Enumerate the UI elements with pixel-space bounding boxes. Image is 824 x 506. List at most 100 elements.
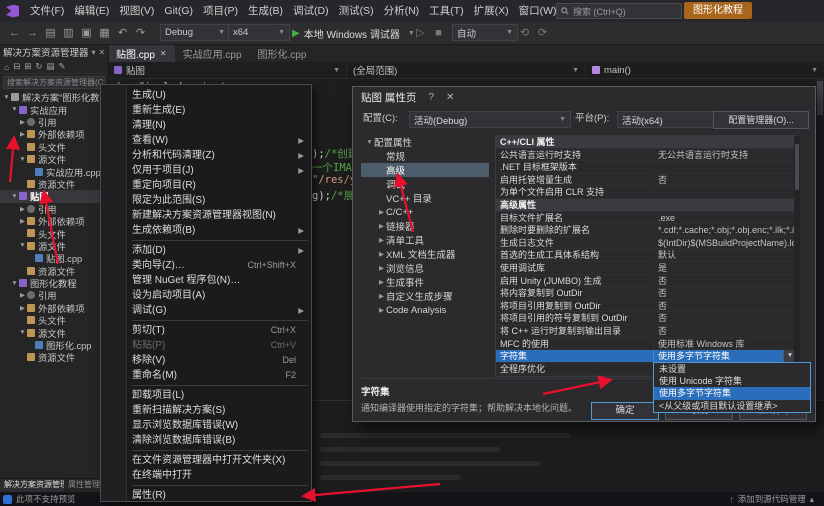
save-all-icon[interactable]: ▦ <box>96 22 113 44</box>
solution-explorer-search-input[interactable]: 搜索解决方案资源管理器(Ctrl+;) <box>3 76 105 89</box>
dialog-tree-item[interactable]: ▶ 生成事件 <box>361 275 489 289</box>
tree-item[interactable]: ▶ 引用 <box>0 289 108 301</box>
chevron-down-icon[interactable]: ▼ <box>10 193 19 200</box>
new-file-icon[interactable]: ▤ <box>42 22 59 44</box>
context-menu-item[interactable]: 管理 NuGet 程序包(N)… <box>101 273 311 288</box>
tree-item[interactable]: ▼ 源文件 <box>0 153 108 165</box>
chevron-down-icon[interactable]: ▼ <box>10 106 19 113</box>
dialog-tree-item[interactable]: ▶ 链接器 <box>361 219 489 233</box>
redo-icon[interactable]: ↷ <box>132 22 149 44</box>
tree-item[interactable]: 资源文件 <box>0 351 108 363</box>
chevron-down-icon[interactable]: ▼ <box>2 94 11 101</box>
close-icon[interactable]: ✕ <box>446 92 454 103</box>
menubar-item[interactable]: 窗口(W) <box>514 0 562 22</box>
navigate-back-icon[interactable]: ← <box>6 22 23 44</box>
context-menu-item[interactable]: 在文件资源管理器中打开文件夹(X) <box>101 453 311 468</box>
tree-item[interactable]: 资源文件 <box>0 178 108 190</box>
tree-item[interactable]: 头文件 <box>0 314 108 326</box>
tree-item[interactable]: 贴图.cpp <box>0 252 108 264</box>
scrollbar-thumb[interactable] <box>817 81 823 115</box>
property-row[interactable]: 首选的生成工具体系结构 默认 <box>496 249 796 262</box>
context-menu-item[interactable]: 添加(D) ▶ <box>101 243 311 258</box>
tree-item[interactable]: ▶ 外部依赖项 <box>0 302 108 314</box>
tree-item[interactable]: ▼ 解决方案“图形化教程” <box>0 91 108 103</box>
context-menu-item[interactable]: 清除浏览数据库错误(B) <box>101 433 311 448</box>
tree-item[interactable]: ▶ 外部依赖项 <box>0 128 108 140</box>
chevron-right-icon[interactable]: ▶ <box>377 278 386 286</box>
sidebar-tab[interactable]: 解决方案资源管理器 <box>0 479 64 492</box>
context-menu-item[interactable]: 重定向项目(R) <box>101 178 311 193</box>
context-menu-item[interactable]: 重新扫描解决方案(S) <box>101 403 311 418</box>
menubar-item[interactable]: 生成(B) <box>243 0 288 22</box>
context-menu-item[interactable]: 调试(G) ▶ <box>101 303 311 318</box>
close-icon[interactable]: ✕ <box>99 48 106 57</box>
property-row[interactable]: 将内容复制到 OutDir 否 <box>496 287 796 300</box>
dropdown-option[interactable]: 使用 Unicode 字符集 <box>654 375 810 387</box>
tree-item[interactable]: 头文件 <box>0 141 108 153</box>
property-row[interactable]: 将 C++ 运行时复制到输出目录否 <box>496 324 796 338</box>
property-row[interactable]: 使用调试库是 <box>496 261 796 275</box>
context-menu-item[interactable]: 重命名(M) F2 <box>101 368 311 383</box>
menubar-item[interactable]: 视图(V) <box>114 0 159 22</box>
menubar-item[interactable]: 项目(P) <box>198 0 243 22</box>
refresh-icon[interactable]: ⟳ <box>534 22 551 44</box>
document-tab[interactable]: 图形化.cpp <box>250 44 315 62</box>
configuration-manager-button[interactable]: 配置管理器(O)... <box>713 111 809 129</box>
start-debugging-button[interactable]: ▶ 本地 Windows 调试器 ▼ <box>292 22 415 44</box>
tree-item[interactable]: ▶ 外部依赖项 <box>0 215 108 227</box>
chevron-right-icon[interactable]: ▶ <box>377 250 386 258</box>
dialog-tree-item[interactable]: 调试 <box>361 177 489 191</box>
tree-item[interactable]: ▼ 实战应用 <box>0 103 108 116</box>
project-dropdown[interactable]: 贴图 ▼ <box>108 62 347 78</box>
context-menu-item[interactable]: 限定为此范围(S) <box>101 193 311 208</box>
add-to-source-control-button[interactable]: ↑ 添加到源代码管理 ▴ <box>729 493 824 505</box>
property-row[interactable]: 启用托管增量生成否 <box>496 173 796 187</box>
menubar-item[interactable]: Git(G) <box>159 0 198 22</box>
chevron-right-icon[interactable]: ▶ <box>377 208 386 216</box>
document-tab[interactable]: 贴图.cpp ✕ <box>108 44 175 62</box>
dropdown-option[interactable]: 未设置 <box>654 363 810 375</box>
tree-item[interactable]: ▼ 源文件 <box>0 326 108 339</box>
context-menu-item[interactable]: 卸载项目(L) <box>101 388 311 403</box>
dialog-title-bar[interactable]: 贴图 属性页 ? ✕ <box>353 87 815 107</box>
tree-item[interactable]: ▼ 源文件 <box>0 240 108 252</box>
show-all-files-icon[interactable]: ▤ <box>47 61 55 72</box>
context-menu-item[interactable]: 分析和代码清理(Z) ▶ <box>101 148 311 163</box>
property-row[interactable]: 生成日志文件 $(IntDir)$(MSBuildProjectName).log <box>496 236 796 250</box>
chevron-right-icon[interactable]: ▶ <box>18 291 27 299</box>
chevron-right-icon[interactable]: ▶ <box>18 304 27 312</box>
chevron-right-icon[interactable]: ▶ <box>377 236 386 244</box>
collapse-all-icon[interactable]: ⊟ <box>13 61 20 72</box>
dialog-tree-item[interactable]: ▶ 清单工具 <box>361 233 489 247</box>
chevron-right-icon[interactable]: ▶ <box>377 292 386 300</box>
switch-views-icon[interactable]: ▾ <box>92 48 96 57</box>
dialog-tree-item[interactable]: ▶ XML 文档生成器 <box>361 247 489 261</box>
chevron-down-icon[interactable]: ▼ <box>365 139 374 146</box>
stop-icon[interactable]: ■ <box>430 22 447 44</box>
editor-scrollbar[interactable] <box>816 78 824 400</box>
context-menu-item[interactable]: 剪切(T) Ctrl+X <box>101 323 311 338</box>
chevron-right-icon[interactable]: ▶ <box>377 306 386 314</box>
chevron-down-icon[interactable]: ▼ <box>10 280 19 287</box>
property-row[interactable]: 公共语言运行时支持 无公共语言运行时支持 <box>496 148 796 162</box>
member-dropdown[interactable]: main() ▼ <box>586 62 824 78</box>
tree-item[interactable]: ▶ 引用 <box>0 116 108 128</box>
scrollbar-thumb[interactable] <box>795 144 799 190</box>
dialog-tree-item[interactable]: ▶ Code Analysis <box>361 303 489 317</box>
expand-all-icon[interactable]: ⊞ <box>24 61 31 72</box>
scope-dropdown[interactable]: (全局范围) ▼ <box>347 62 586 78</box>
menubar-item[interactable]: 调试(D) <box>288 0 334 22</box>
dropdown-option[interactable]: <从父级或项目默认设置继承> <box>654 400 810 412</box>
home-icon[interactable]: ⌂ <box>4 62 9 72</box>
grid-scrollbar[interactable] <box>794 136 800 374</box>
property-row[interactable]: MFC 的使用 使用标准 Windows 库 <box>496 337 796 351</box>
context-menu-item[interactable]: 重新生成(E) <box>101 103 311 118</box>
context-menu-item[interactable]: 查看(W) ▶ <box>101 133 311 148</box>
tree-item[interactable]: ▶ 引用 <box>0 203 108 215</box>
chevron-down-icon[interactable]: ▼ <box>18 329 27 336</box>
dialog-tree-item[interactable]: ▶ C/C++ <box>361 205 489 219</box>
chevron-down-icon[interactable]: ▼ <box>18 156 27 163</box>
tree-item[interactable]: 图形化.cpp <box>0 339 108 351</box>
dialog-tree-item[interactable]: 高级 <box>361 163 489 177</box>
property-row[interactable]: 为单个文件启用 CLR 支持 <box>496 186 796 199</box>
